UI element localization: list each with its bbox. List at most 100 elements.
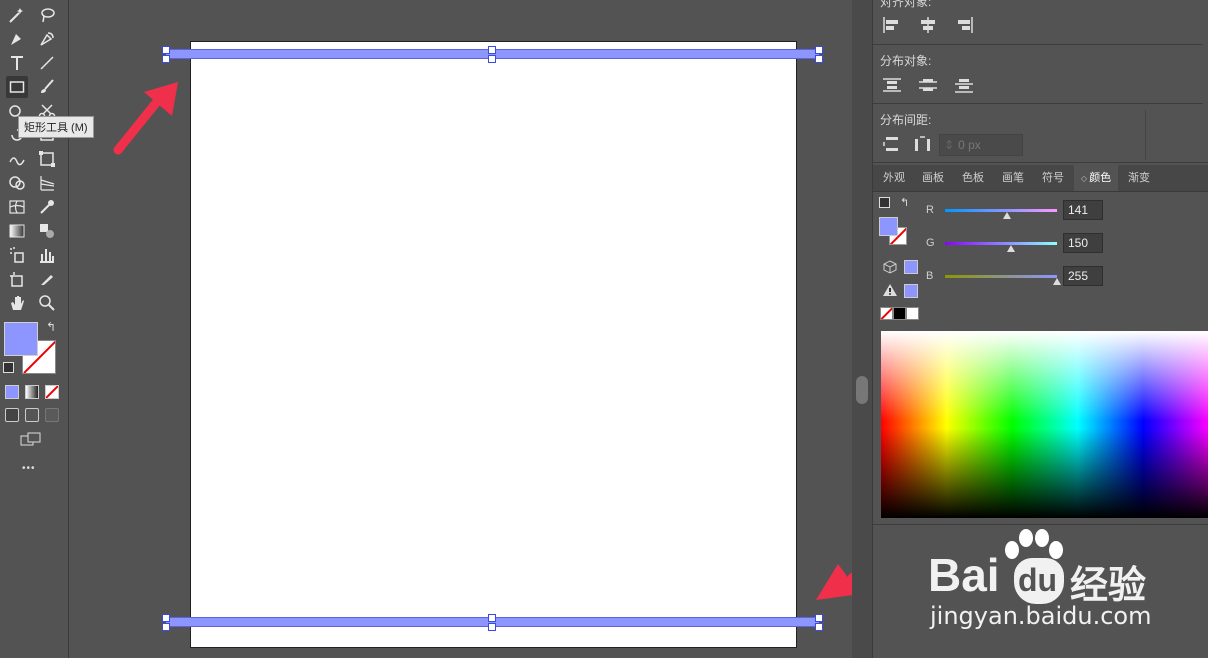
green-slider[interactable] <box>945 242 1057 245</box>
swap-fill-stroke-icon[interactable]: ↰ <box>900 196 909 209</box>
color-spectrum-shading <box>881 331 1208 518</box>
vertical-scrollbar[interactable] <box>852 0 872 658</box>
selection-handle[interactable] <box>488 623 496 631</box>
green-value-field[interactable]: 150 <box>1063 233 1103 253</box>
red-value-field[interactable]: 141 <box>1063 200 1103 220</box>
distribute-spacing-label: 分布间距: <box>880 113 932 127</box>
baidu-watermark: Bai du 经验 jingyan.baidu.com <box>928 528 1208 658</box>
selection-handle[interactable] <box>815 614 823 622</box>
screen-mode-icon[interactable] <box>20 432 42 446</box>
distribute-bottom-icon[interactable] <box>954 76 974 94</box>
red-slider[interactable] <box>945 209 1057 212</box>
draw-inside-icon[interactable] <box>45 408 59 422</box>
vertical-spacing-icon[interactable] <box>882 135 902 153</box>
spinner-icon[interactable]: ⇕ <box>940 138 958 152</box>
paintbrush-icon[interactable] <box>36 76 58 98</box>
default-fill-stroke-icon[interactable] <box>879 197 890 208</box>
tab-symbols[interactable]: 符号 <box>1034 165 1072 191</box>
watermark-jingyan-cn: 经验 <box>1070 565 1147 607</box>
symbol-sprayer-icon[interactable] <box>6 244 28 266</box>
tab-gradient[interactable]: 渐变 <box>1120 165 1158 191</box>
watermark-url: jingyan.baidu.com <box>930 602 1152 630</box>
white-swatch[interactable] <box>906 307 919 320</box>
selection-handle[interactable] <box>815 623 823 631</box>
zoom-icon[interactable] <box>36 292 58 314</box>
none-mode-icon[interactable] <box>45 385 59 399</box>
selection-handle[interactable] <box>488 614 496 622</box>
align-right-icon[interactable] <box>954 16 974 34</box>
selection-handle[interactable] <box>488 55 496 63</box>
gradient-icon[interactable] <box>6 220 28 242</box>
watermark-du: du <box>1018 562 1058 598</box>
selection-handle[interactable] <box>162 623 170 631</box>
tab-color[interactable]: ◇ 颜色 <box>1074 165 1118 191</box>
align-left-icon[interactable] <box>882 16 902 34</box>
in-gamut-color-swatch[interactable] <box>904 284 918 298</box>
pen-icon[interactable] <box>6 28 28 50</box>
gradient-mode-icon[interactable] <box>25 385 39 399</box>
web-safe-color-swatch[interactable] <box>904 260 918 274</box>
panel-options-icon: ◇ <box>1080 174 1090 183</box>
black-swatch[interactable] <box>893 307 906 320</box>
artboard-icon[interactable] <box>6 268 28 290</box>
channel-r-label: R <box>926 204 934 216</box>
spacing-input[interactable]: ⇕ 0 px <box>939 134 1023 156</box>
distribute-top-icon[interactable] <box>882 76 902 94</box>
align-objects-label: 对齐对象: <box>880 0 932 9</box>
column-graph-icon[interactable] <box>36 244 58 266</box>
selection-handle[interactable] <box>815 46 823 54</box>
tab-artboards[interactable]: 画板 <box>914 165 952 191</box>
tab-brushes[interactable]: 画笔 <box>994 165 1032 191</box>
distribute-objects-label: 分布对象: <box>880 54 932 68</box>
draw-normal-icon[interactable] <box>5 408 19 422</box>
blue-value-field[interactable]: 255 <box>1063 266 1103 286</box>
lasso-icon[interactable] <box>36 4 58 26</box>
panel-fill-swatch[interactable] <box>879 217 898 236</box>
tab-swatches[interactable]: 色板 <box>954 165 992 191</box>
selection-handle[interactable] <box>488 46 496 54</box>
mesh-icon[interactable] <box>6 196 28 218</box>
selection-handle[interactable] <box>162 55 170 63</box>
shape-builder-icon[interactable] <box>6 172 28 194</box>
none-swatch[interactable] <box>880 307 893 320</box>
draw-behind-icon[interactable] <box>25 408 39 422</box>
tab-appearance[interactable]: 外观 <box>875 165 913 191</box>
align-center-icon[interactable] <box>918 16 938 34</box>
horizontal-spacing-icon[interactable] <box>913 135 933 153</box>
blend-icon[interactable] <box>36 220 58 242</box>
line-segment-icon[interactable] <box>36 52 58 74</box>
perspective-grid-icon[interactable] <box>36 172 58 194</box>
eyedropper-icon[interactable] <box>36 196 58 218</box>
hand-icon[interactable] <box>6 292 28 314</box>
free-transform-icon[interactable] <box>36 148 58 170</box>
out-of-gamut-warning-icon[interactable] <box>882 283 898 297</box>
slice-icon[interactable] <box>36 268 58 290</box>
blue-slider[interactable] <box>945 275 1057 278</box>
color-mode-icon[interactable] <box>5 385 19 399</box>
default-colors-icon[interactable] <box>3 362 14 373</box>
fill-swatch[interactable] <box>4 322 38 356</box>
watermark-brand: Bai <box>928 549 1000 601</box>
more-tools-button[interactable]: ••• <box>22 463 36 474</box>
curvature-icon[interactable] <box>36 28 58 50</box>
magic-wand-icon[interactable] <box>6 4 28 26</box>
red-slider-thumb[interactable] <box>1002 212 1011 219</box>
blue-slider-thumb[interactable] <box>1053 278 1061 285</box>
channel-g-label: G <box>926 237 935 249</box>
panel-tab-bar: 外观 画板 色板 画笔 符号 ◇ 颜色 渐变 <box>873 165 1208 192</box>
tools-panel: 矩形工具 (M) ↰ ••• <box>0 0 94 658</box>
type-icon[interactable] <box>6 52 28 74</box>
artboard[interactable] <box>190 41 797 648</box>
distribute-center-icon[interactable] <box>918 76 938 94</box>
swap-colors-icon[interactable]: ↰ <box>46 320 56 334</box>
out-of-web-gamut-icon[interactable] <box>883 260 897 274</box>
scrollbar-grip[interactable] <box>856 376 868 404</box>
tool-tooltip: 矩形工具 (M) <box>18 116 94 138</box>
annotation-arrow-icon <box>113 82 178 155</box>
rectangle-tool-icon[interactable] <box>6 76 28 98</box>
selection-handle[interactable] <box>162 614 170 622</box>
selection-handle[interactable] <box>162 46 170 54</box>
width-tool-icon[interactable] <box>6 148 28 170</box>
selection-handle[interactable] <box>815 55 823 63</box>
green-slider-thumb[interactable] <box>1006 245 1015 252</box>
